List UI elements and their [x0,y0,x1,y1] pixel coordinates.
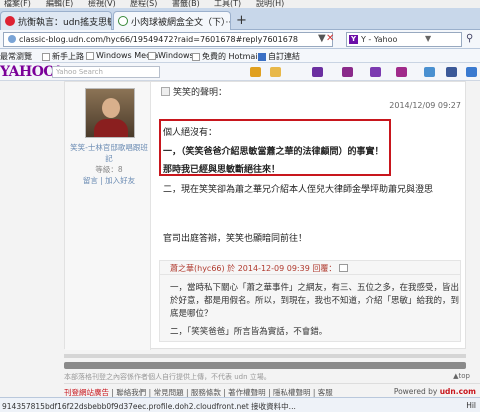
post-title: 笑笑的聲明： [161,85,227,98]
post-title-text: 笑笑的聲明： [173,88,228,98]
author-name-line1: 笑笑-士林官邸歌唱跟班 [70,143,148,152]
stop-icon[interactable]: ✕ [326,33,334,44]
status-zoom: Hil [466,401,476,410]
divider [64,354,466,358]
bookmark-hotmail[interactable]: 免費的 Hotmail [192,51,260,62]
chevron-down-icon[interactable]: ▼ [425,34,431,43]
address-bar[interactable]: classic-blog.udn.com/hyc66/19549472?raid… [3,32,333,47]
menu-history[interactable]: 歷程(S) [130,0,157,8]
menu-bookmarks[interactable]: 書籤(B) [172,0,200,8]
menu-view[interactable]: 檢視(V) [88,0,116,8]
footer-ad-link[interactable]: 刊登網站廣告 [64,388,109,397]
url-text: classic-blog.udn.com/hyc66/19549472?raid… [19,35,298,44]
status-bar: 914357815bdf16f22dsbebb0f9d37eec.profile… [0,397,480,412]
author-links[interactable]: 留言 | 加入好友 [69,175,149,186]
bookmark-getting-started[interactable]: 新手上路 [42,51,84,62]
horizontal-scrollbar[interactable] [64,361,466,369]
search-box[interactable]: Y Y - Yahoo ▼ [346,32,462,47]
page-icon [192,52,200,61]
reply-header: 蕭之華(hyc66) 於 2014-12-09 09:39 回覆： [160,261,460,275]
navigation-bar: classic-blog.udn.com/hyc66/19549472?raid… [0,30,480,49]
bookmarks-toolbar: 最常瀏覽 新手上路 Windows Media Windows 免費的 Hotm… [0,49,480,63]
reply-box: 蕭之華(hyc66) 於 2014-12-09 09:39 回覆： 一，當時私下… [159,260,461,342]
search-icon[interactable]: ⚲ [466,33,473,44]
tab-label: 抗衡執言：udn搖支思敏問... [18,17,111,28]
footer-other-links[interactable]: | 聯絡我們 | 常見問題 | 服務條款 | 著作權聲明 | 隱私權聲明 | 客… [109,388,332,397]
blog-post: 笑笑-士林官邸歌唱跟班 記 等級：8 留言 | 加入好友 笑笑的聲明： 2014… [64,81,466,350]
reply-icon[interactable] [339,264,349,272]
post-body: 笑笑的聲明： 2014/12/09 09:27 個人絕沒有： 一，（笑笑爸爸介紹… [153,82,465,350]
page-icon [42,52,50,61]
tab-label: 小肉球被網盒全文（下）···· [131,17,231,28]
tab-bar: 抗衡執言：udn搖支思敏問... ✕ 小肉球被網盒全文（下）···· ✕ + [0,8,480,30]
author-name[interactable]: 笑笑-士林官邸歌唱跟班 記 [69,142,149,164]
udn-favicon-icon [5,16,15,26]
search-engine-label: Y - Yahoo [361,35,398,44]
dropdown-arrow-icon[interactable]: ▼ [318,33,326,44]
powered-by-prefix: Powered by [393,387,440,396]
post-line-2: 一，（笑笑爸爸介紹思敏當蕭之華的法律顧問）的事實！ [163,147,384,157]
folder-icon [258,52,266,61]
post-line-1: 個人絕沒有： [163,128,218,138]
bookmark-windows[interactable]: Windows [148,51,194,60]
post-date: 2014/12/09 09:27 [389,101,461,110]
post-line-4: 二，現在笑笑卻為蕭之華兄介紹本人侄兒大律師金學坪助蕭兄與澄思 [163,185,434,195]
page-icon [148,51,156,60]
bookmark-most-visited[interactable]: 最常瀏覽 [0,51,32,62]
menu-help[interactable]: 說明(H) [256,0,284,8]
status-text: 914357815bdf16f22dsbebb0f9d37eec.profile… [2,402,296,411]
back-to-top-link[interactable]: ▲top [453,372,470,380]
reply-header-text: 蕭之華(hyc66) 於 2014-12-09 09:39 回覆： [170,264,337,273]
game-icon[interactable] [342,67,353,77]
bookmark-custom-links[interactable]: 自訂連結 [258,51,300,62]
calendar-icon[interactable] [396,67,407,77]
yahoo-toolbar: YAHOO! Yahoo Search [0,63,480,81]
menu-tools[interactable]: 工具(T) [214,0,241,8]
avatar-face [102,98,120,118]
avatar[interactable] [85,88,135,138]
reply-line-1: 一，當時私下關心「蕭之華事件」之網友，有三、五位之多，在我感受，皆出 [170,283,460,293]
chart-icon[interactable] [424,67,435,77]
post-line-3: 那時我已經與思敏斷絕往來！ [163,165,281,175]
powered-by-brand[interactable]: udn.com [440,387,476,396]
footer-links: 刊登網站廣告 | 聯絡我們 | 常見問題 | 服務條款 | 著作權聲明 | 隱私… [64,383,480,397]
mail-icon[interactable] [312,67,323,77]
menu-bar: 檔案(F) 編輯(E) 檢視(V) 歷程(S) 書籤(B) 工具(T) 說明(H… [0,0,480,8]
avatar-body [94,119,128,137]
note-icon [161,87,170,96]
star-icon[interactable] [270,67,281,77]
yahoo-engine-icon: Y [349,35,358,44]
envelope-icon[interactable] [370,67,381,77]
loading-icon [118,16,128,26]
facebook-icon[interactable] [446,67,457,77]
pencil-icon[interactable] [250,67,261,77]
menu-file[interactable]: 檔案(F) [4,0,31,8]
scrollbar-thumb[interactable] [64,362,466,369]
author-level: 等級：8 [95,165,123,174]
menu-edit[interactable]: 編輯(E) [46,0,73,8]
reply-line-4: 二，「笑笑爸爸」所言皆為實話，不會錯。 [170,327,328,337]
reply-line-3: 底是哪位？ [170,309,213,319]
author-name-line2: 記 [105,154,113,163]
reply-line-2: 於好意，都是用假名。所以，到現在，我也不知道，介紹「思敏」給我的，到 [170,296,460,306]
globe-icon [8,35,16,43]
post-line-5: 官司出庭答辯，笑笑也顯暗同前往！ [163,234,308,244]
page-icon [86,51,94,60]
yahoo-search-input[interactable]: Yahoo Search [52,66,160,78]
page-content: 笑笑-士林官邸歌唱跟班 記 等級：8 留言 | 加入好友 笑笑的聲明： 2014… [0,81,480,412]
powered-by: Powered by udn.com [394,387,476,396]
news-icon[interactable] [466,67,477,77]
disclaimer: 本部落格刊登之內容係作者個人自行提供上傳，不代表 udn 立場。 [64,373,271,381]
author-sidebar: 笑笑-士林官邸歌唱跟班 記 等級：8 留言 | 加入好友 [65,82,151,350]
tab-udn-blog[interactable]: 抗衡執言：udn搖支思敏問... ✕ [0,11,112,30]
tab-active-article[interactable]: 小肉球被網盒全文（下）···· ✕ [113,11,231,30]
new-tab-icon[interactable]: + [236,13,247,28]
